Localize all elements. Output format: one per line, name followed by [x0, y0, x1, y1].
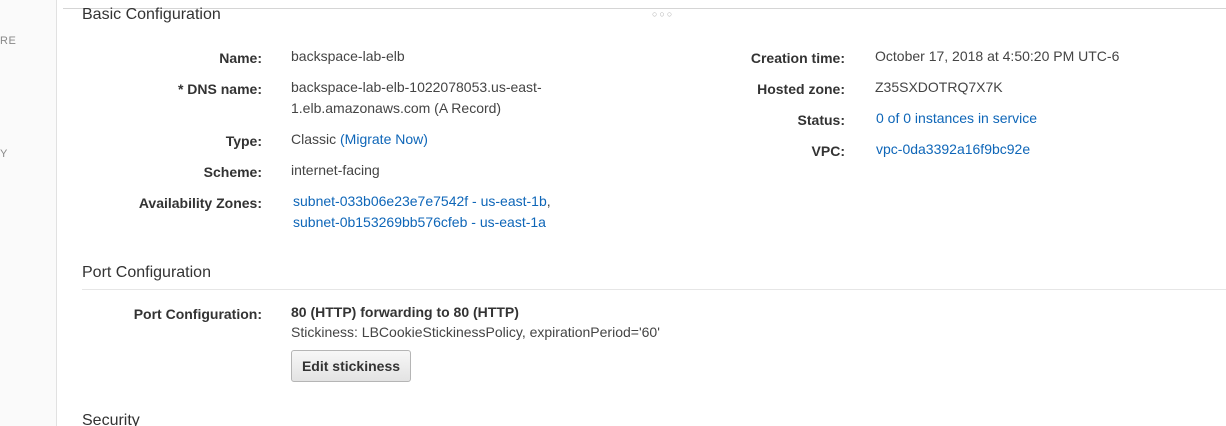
creation-time-value: October 17, 2018 at 4:50:20 PM UTC-6	[875, 48, 1120, 64]
top-divider	[63, 8, 1226, 9]
status-value: 0 of 0 instances in service	[876, 108, 1037, 129]
type-label: Type:	[225, 133, 262, 149]
type-value: Classic (Migrate Now)	[291, 129, 428, 150]
hosted-zone-value: Z35SXDOTRQ7X7K	[875, 79, 1003, 95]
availability-zones-label: Availability Zones:	[138, 195, 262, 211]
az-separator: ,	[546, 193, 551, 209]
vpc-label: VPC:	[811, 143, 845, 159]
vpc-link[interactable]: vpc-0da3392a16f9bc92e	[876, 141, 1030, 157]
scheme-label: Scheme:	[203, 164, 262, 180]
port-forwarding-value: 80 (HTTP) forwarding to 80 (HTTP)	[291, 304, 519, 320]
instances-in-service-link[interactable]: 0 of 0 instances in service	[876, 110, 1037, 126]
port-configuration-title: Port Configuration	[82, 264, 211, 281]
basic-configuration-title: Basic Configuration	[82, 6, 221, 23]
dns-name-label: * DNS name:	[177, 81, 262, 97]
stickiness-value: Stickiness: LBCookieStickinessPolicy, ex…	[291, 324, 660, 340]
type-text: Classic	[291, 131, 337, 147]
creation-time-label: Creation time:	[750, 50, 845, 66]
availability-zone-link[interactable]: subnet-033b06e23e7e7542f - us-east-1b	[293, 193, 547, 209]
vpc-value: vpc-0da3392a16f9bc92e	[876, 139, 1030, 160]
name-label: Name:	[219, 50, 262, 66]
drag-handle-icon[interactable]: ○○○	[652, 9, 674, 19]
name-value: backspace-lab-elb	[291, 48, 405, 64]
availability-zone-link[interactable]: subnet-0b153269bb576cfeb - us-east-1a	[293, 214, 546, 230]
nav-fragment[interactable]: Y	[0, 148, 8, 160]
dns-name-line-2: 1.elb.amazonaws.com (A Record)	[291, 100, 502, 116]
scheme-value: internet-facing	[291, 162, 380, 178]
section-divider	[82, 289, 1226, 290]
left-navigation-panel: RE Y	[0, 0, 57, 426]
hosted-zone-label: Hosted zone:	[757, 81, 845, 97]
availability-zones-value: subnet-033b06e23e7e7542f - us-east-1b, s…	[293, 191, 551, 233]
dns-name-line-1: backspace-lab-elb-1022078053.us-east-	[291, 79, 542, 95]
dns-name-value: backspace-lab-elb-1022078053.us-east- 1.…	[291, 77, 542, 119]
port-configuration-label: Port Configuration:	[133, 306, 262, 322]
edit-stickiness-button[interactable]: Edit stickiness	[291, 350, 411, 382]
nav-fragment[interactable]: RE	[0, 35, 16, 47]
migrate-now-link[interactable]: (Migrate Now)	[340, 131, 428, 147]
security-title: Security	[82, 412, 140, 426]
status-label: Status:	[797, 112, 845, 128]
